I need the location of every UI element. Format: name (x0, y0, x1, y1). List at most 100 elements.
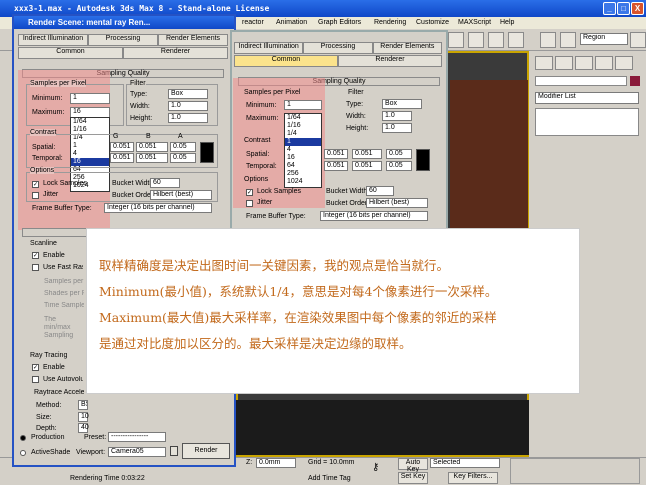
zoom-tab-render-elements[interactable]: Render Elements (372, 42, 442, 54)
method-select[interactable]: BSP (78, 400, 88, 410)
maximize-button[interactable]: □ (617, 2, 630, 15)
raytrace-enable-checkbox[interactable]: ✓ (32, 364, 39, 371)
add-time-tag[interactable]: Add Time Tag (308, 475, 351, 482)
zoom-filter-height-field[interactable]: 1.0 (382, 123, 412, 133)
bucket-width-field[interactable]: 60 (150, 178, 180, 188)
zoom-spatial-a[interactable]: 0.05 (386, 149, 412, 159)
contrast-color-swatch[interactable] (200, 142, 214, 163)
bucket-order-select[interactable]: Hilbert (best) (150, 190, 212, 200)
render-icon[interactable] (560, 32, 576, 48)
temporal-b[interactable]: 0.051 (136, 153, 168, 163)
zoom-temporal-g[interactable]: 0.051 (324, 161, 348, 171)
teapot-icon[interactable] (540, 32, 556, 48)
quick-render-icon[interactable] (630, 32, 646, 48)
viewport-select[interactable]: Camera05 (108, 447, 166, 457)
dropdown-item[interactable]: 64 (285, 162, 321, 170)
hierarchy-tab-icon[interactable] (575, 56, 593, 70)
production-radio[interactable] (20, 435, 26, 441)
menu-maxscript[interactable]: MAXScript (458, 17, 491, 29)
dropdown-item[interactable]: 1/64 (285, 114, 321, 122)
close-button[interactable]: X (631, 2, 644, 15)
depth-field[interactable]: 40 (78, 423, 89, 433)
size-field[interactable]: 10 (78, 412, 89, 422)
tab-renderer[interactable]: Renderer (123, 47, 228, 59)
dropdown-item[interactable]: 1/4 (285, 130, 321, 138)
dropdown-item[interactable]: 1/16 (285, 122, 321, 130)
tab-render-elements[interactable]: Render Elements (158, 34, 228, 46)
menu-rendering[interactable]: Rendering (374, 17, 406, 29)
jitter-checkbox[interactable] (32, 192, 39, 199)
motion-tab-icon[interactable] (595, 56, 613, 70)
auto-key-button[interactable]: Auto Key (398, 458, 428, 473)
select-name-icon[interactable] (488, 32, 504, 48)
spatial-a[interactable]: 0.05 (170, 142, 196, 152)
filter-width-field[interactable]: 1.0 (168, 101, 208, 111)
zoom-lock-samples-checkbox[interactable]: ✓ (246, 189, 253, 196)
menu-graph-editors[interactable]: Graph Editors (318, 17, 361, 29)
modifier-stack[interactable] (535, 108, 639, 136)
temporal-a[interactable]: 0.05 (170, 153, 196, 163)
minimum-select[interactable]: 1 (70, 93, 110, 104)
dropdown-item[interactable]: 16 (285, 154, 321, 162)
create-tab-icon[interactable] (535, 56, 553, 70)
zoom-filter-width-field[interactable]: 1.0 (382, 111, 412, 121)
zoom-tab-renderer[interactable]: Renderer (338, 55, 442, 67)
zoom-tab-common[interactable]: Common (234, 55, 338, 67)
dropdown-item[interactable]: 1/64 (71, 118, 109, 126)
zoom-contrast-color-swatch[interactable] (416, 149, 430, 171)
zoom-frame-buffer-select[interactable]: Integer (16 bits per channel) (320, 211, 428, 221)
zoom-bucket-order-select[interactable]: Hilbert (best) (366, 198, 428, 208)
tab-common[interactable]: Common (18, 47, 123, 59)
zoom-temporal-b[interactable]: 0.051 (352, 161, 382, 171)
link-icon[interactable] (448, 32, 464, 48)
filter-height-field[interactable]: 1.0 (168, 113, 208, 123)
display-tab-icon[interactable] (615, 56, 633, 70)
temporal-g[interactable]: 0.051 (110, 153, 134, 163)
zoom-filter-type-select[interactable]: Box (382, 99, 422, 109)
zoom-spatial-g[interactable]: 0.051 (324, 149, 348, 159)
zoom-maximum-dropdown-list[interactable]: 1/64 1/16 1/4 1 4 16 64 256 1024 (284, 113, 322, 188)
filter-type-select[interactable]: Box (168, 89, 208, 99)
zoom-bucket-width-field[interactable]: 60 (366, 186, 394, 196)
scanline-enable-checkbox[interactable]: ✓ (32, 252, 39, 259)
render-region-select[interactable]: Region (580, 33, 628, 45)
activeshade-radio[interactable] (20, 450, 26, 456)
preset-select[interactable]: ---------------- (108, 432, 166, 442)
menu-animation[interactable]: Animation (276, 17, 307, 29)
modifier-list[interactable]: Modifier List (535, 92, 639, 104)
select-icon[interactable] (468, 32, 484, 48)
zoom-spatial-b[interactable]: 0.051 (352, 149, 382, 159)
dropdown-item[interactable]: 1/16 (71, 126, 109, 134)
playback-controls[interactable] (510, 458, 640, 484)
fast-rasterizer-checkbox[interactable] (32, 264, 39, 271)
spatial-b[interactable]: 0.051 (136, 142, 168, 152)
modify-tab-icon[interactable] (555, 56, 573, 70)
menu-reactor[interactable]: reactor (242, 17, 264, 29)
key-icon[interactable]: ⚷ (372, 462, 390, 474)
menu-help[interactable]: Help (500, 17, 514, 29)
dropdown-item[interactable]: 4 (285, 146, 321, 154)
object-color-swatch[interactable] (630, 76, 640, 86)
z-coordinate-field[interactable]: 0.0mm (256, 458, 296, 468)
tab-processing[interactable]: Processing (88, 34, 158, 46)
spatial-g[interactable]: 0.051 (110, 142, 134, 152)
move-icon[interactable] (508, 32, 524, 48)
dropdown-item[interactable]: 256 (285, 170, 321, 178)
zoom-minimum-select[interactable]: 1 (284, 100, 322, 110)
lock-icon[interactable] (170, 446, 178, 456)
set-key-button[interactable]: Set Key (398, 472, 428, 484)
frame-buffer-select[interactable]: Integer (16 bits per channel) (104, 203, 212, 213)
zoom-jitter-checkbox[interactable] (246, 200, 253, 207)
autovolume-checkbox[interactable] (32, 376, 39, 383)
tab-indirect-illumination[interactable]: Indirect Illumination (18, 34, 88, 46)
dropdown-item-selected[interactable]: 1 (285, 138, 321, 146)
key-filters-button[interactable]: Key Filters... (448, 472, 498, 484)
key-selection-select[interactable]: Selected (430, 458, 500, 468)
object-name-field[interactable] (535, 76, 627, 86)
minimize-button[interactable]: _ (603, 2, 616, 15)
lock-samples-checkbox[interactable]: ✓ (32, 181, 39, 188)
dropdown-item[interactable]: 1024 (285, 178, 321, 186)
zoom-tab-indirect-illumination[interactable]: Indirect Illumination (234, 42, 304, 54)
menu-customize[interactable]: Customize (416, 17, 449, 29)
zoom-temporal-a[interactable]: 0.05 (386, 161, 412, 171)
